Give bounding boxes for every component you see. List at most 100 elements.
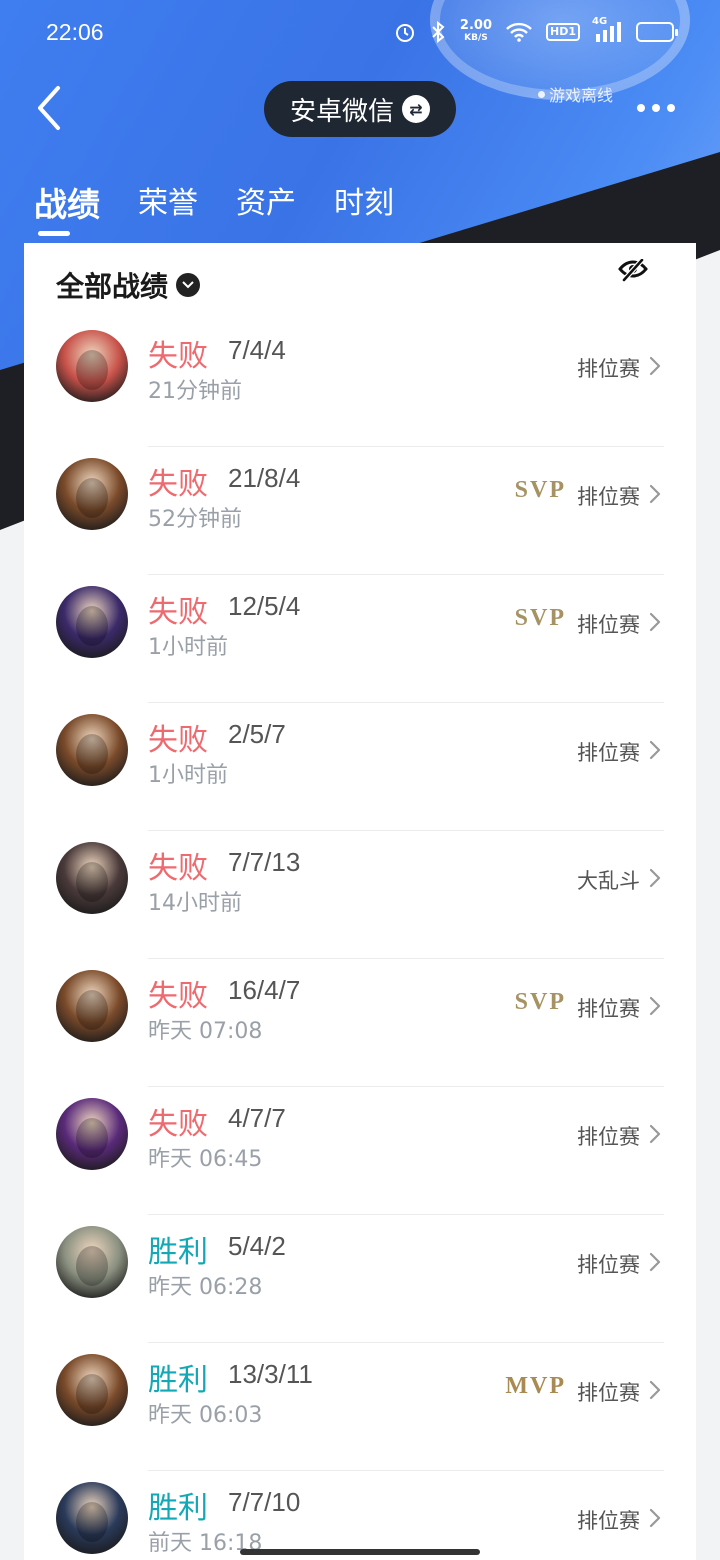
battery-icon xyxy=(636,22,678,42)
bluetooth-icon xyxy=(430,21,446,43)
hero-avatar xyxy=(56,458,128,530)
match-kda: 13/3/11 xyxy=(228,1359,313,1389)
more-options-button[interactable] xyxy=(628,94,684,122)
match-result: 失败 xyxy=(148,723,208,758)
hd-badge: HD1 xyxy=(546,23,580,41)
signal-icon: 4G xyxy=(592,16,622,42)
match-mode: 排位赛 xyxy=(577,485,640,509)
match-mode: 排位赛 xyxy=(577,1125,640,1149)
chevron-right-icon xyxy=(649,740,661,760)
match-result: 失败 xyxy=(148,467,208,502)
hero-avatar xyxy=(56,842,128,914)
svp-badge: SVP xyxy=(514,477,566,503)
match-kda: 12/5/4 xyxy=(228,591,301,621)
match-mode: 排位赛 xyxy=(577,613,640,637)
alarm-icon xyxy=(394,21,416,43)
match-kda: 5/4/2 xyxy=(228,1231,286,1261)
match-result: 失败 xyxy=(148,851,208,886)
filter-dropdown[interactable]: 全部战绩 xyxy=(56,265,201,305)
match-kda: 4/7/7 xyxy=(228,1103,286,1133)
account-label: 安卓微信 xyxy=(289,96,394,127)
match-row[interactable]: 失败 21/8/4 52分钟前 SVP 排位赛 xyxy=(24,447,696,575)
match-row[interactable]: 胜利 13/3/11 昨天 06:03 MVP 排位赛 xyxy=(24,1343,696,1471)
chevron-right-icon xyxy=(649,612,661,632)
game-status-label: 游戏离线 xyxy=(549,86,614,105)
match-kda: 21/8/4 xyxy=(228,463,301,493)
match-time: 昨天 06:28 xyxy=(148,1275,263,1300)
card-title: 全部战绩 xyxy=(56,270,169,303)
tab-bar: 战绩 荣誉 资产 时刻 xyxy=(34,178,394,236)
match-row[interactable]: 失败 2/5/7 1小时前 排位赛 xyxy=(24,703,696,831)
match-time: 52分钟前 xyxy=(148,507,242,532)
match-row[interactable]: 失败 7/7/13 14小时前 大乱斗 xyxy=(24,831,696,959)
hero-avatar xyxy=(56,1226,128,1298)
chevron-down-icon xyxy=(176,273,201,297)
home-indicator[interactable] xyxy=(240,1549,480,1555)
wifi-icon xyxy=(506,22,532,42)
game-status: 游戏离线 xyxy=(538,82,613,106)
match-row[interactable]: 失败 7/4/4 21分钟前 排位赛 xyxy=(24,319,696,447)
svp-badge: SVP xyxy=(514,989,566,1015)
match-time: 21分钟前 xyxy=(148,379,242,404)
match-mode: 大乱斗 xyxy=(577,869,640,893)
status-bar: 22:06 2.00 KB/S HD1 4G xyxy=(0,0,720,64)
chevron-right-icon xyxy=(649,1252,661,1272)
match-time: 昨天 06:45 xyxy=(148,1147,263,1172)
match-result: 失败 xyxy=(148,979,208,1014)
match-time: 昨天 07:08 xyxy=(148,1019,263,1044)
chevron-right-icon xyxy=(649,356,661,376)
chevron-left-icon xyxy=(38,86,60,130)
card-header: 全部战绩 xyxy=(24,243,696,319)
tab-honors[interactable]: 荣誉 xyxy=(138,178,198,234)
tab-records[interactable]: 战绩 xyxy=(34,178,100,236)
match-mode: 排位赛 xyxy=(577,1253,640,1277)
match-mode: 排位赛 xyxy=(577,1381,640,1405)
match-row[interactable]: 失败 16/4/7 昨天 07:08 SVP 排位赛 xyxy=(24,959,696,1087)
hero-avatar xyxy=(56,330,128,402)
match-row[interactable]: 失败 4/7/7 昨天 06:45 排位赛 xyxy=(24,1087,696,1215)
tab-moments[interactable]: 时刻 xyxy=(334,178,394,234)
chevron-right-icon xyxy=(649,1380,661,1400)
match-list: 失败 7/4/4 21分钟前 排位赛 失败 21/8/4 52分钟前 SVP 排位赛 失败 12/5… xyxy=(24,319,696,1560)
hero-avatar xyxy=(56,970,128,1042)
match-kda: 7/7/13 xyxy=(228,847,301,877)
chevron-right-icon xyxy=(649,1508,661,1528)
chevron-right-icon xyxy=(649,1124,661,1144)
match-result: 胜利 xyxy=(148,1235,208,1270)
match-kda: 7/4/4 xyxy=(228,335,286,365)
match-kda: 2/5/7 xyxy=(228,719,286,749)
match-mode: 排位赛 xyxy=(577,741,640,765)
hero-avatar xyxy=(56,1482,128,1554)
net-speed-unit: KB/S xyxy=(464,33,488,43)
match-result: 失败 xyxy=(148,1107,208,1142)
match-result: 失败 xyxy=(148,595,208,630)
back-button[interactable] xyxy=(24,80,74,136)
match-time: 昨天 06:03 xyxy=(148,1403,263,1428)
net-speed: 2.00 KB/S xyxy=(459,18,492,44)
match-mode: 排位赛 xyxy=(577,1509,640,1533)
hide-eye-icon[interactable] xyxy=(618,259,648,283)
net-speed-value: 2.00 xyxy=(459,18,492,33)
chevron-right-icon xyxy=(649,996,661,1016)
match-row[interactable]: 胜利 7/7/10 前天 16:18 排位赛 xyxy=(24,1471,696,1560)
match-row[interactable]: 失败 12/5/4 1小时前 SVP 排位赛 xyxy=(24,575,696,703)
tab-assets[interactable]: 资产 xyxy=(236,178,296,234)
chevron-right-icon xyxy=(649,484,661,504)
match-kda: 16/4/7 xyxy=(228,975,301,1005)
hero-avatar xyxy=(56,714,128,786)
chevron-right-icon xyxy=(649,868,661,888)
match-result: 胜利 xyxy=(148,1491,208,1526)
match-result: 胜利 xyxy=(148,1363,208,1398)
match-time: 14小时前 xyxy=(148,891,242,916)
status-dot-icon xyxy=(538,90,545,98)
swap-icon: ⇄ xyxy=(402,95,430,123)
hero-avatar xyxy=(56,1098,128,1170)
match-time: 1小时前 xyxy=(148,635,228,660)
svp-badge: SVP xyxy=(514,605,566,631)
account-switch-button[interactable]: 安卓微信 ⇄ xyxy=(264,81,456,137)
match-row[interactable]: 胜利 5/4/2 昨天 06:28 排位赛 xyxy=(24,1215,696,1343)
hero-avatar xyxy=(56,586,128,658)
match-mode: 排位赛 xyxy=(577,997,640,1021)
more-dot-icon xyxy=(667,104,675,112)
status-time: 22:06 xyxy=(46,18,104,45)
